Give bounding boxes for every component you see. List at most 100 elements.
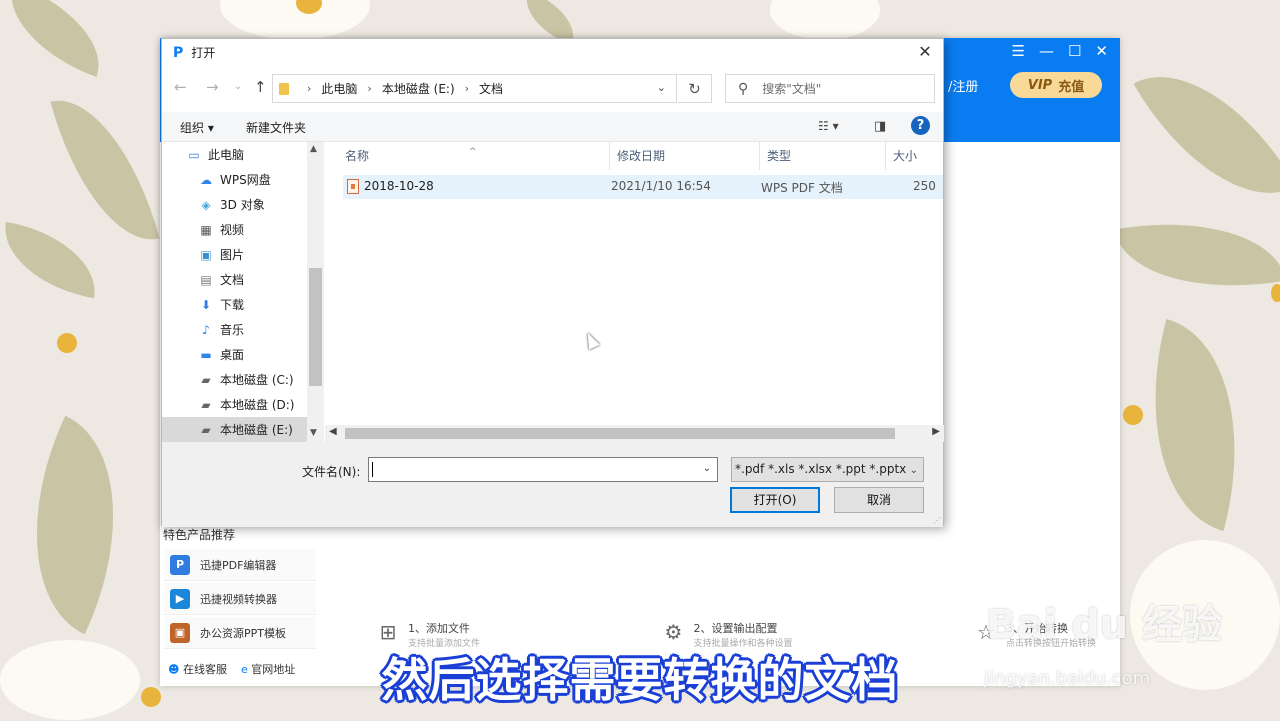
preview-pane-icon[interactable]: ◨ xyxy=(874,119,886,134)
scroll-up-icon[interactable]: ▲ xyxy=(310,144,317,154)
file-name: 2018-10-28 xyxy=(364,179,434,193)
column-header-modified[interactable]: 修改日期 xyxy=(610,142,760,170)
scrollbar-thumb[interactable] xyxy=(345,428,895,439)
column-header-size[interactable]: 大小 xyxy=(886,142,944,170)
tree-item-drive-d[interactable]: ▰ 本地磁盘 (D:) xyxy=(162,392,324,417)
search-icon: ⚲ xyxy=(738,80,749,97)
chevron-down-icon[interactable]: ⌄ xyxy=(703,463,711,474)
scrollbar-thumb[interactable] xyxy=(309,268,322,386)
tree-item-drive-e[interactable]: ▰ 本地磁盘 (E:) xyxy=(162,417,324,442)
gear-icon: ⚙ xyxy=(664,620,683,644)
vip-recharge-button[interactable]: VIP 充值 xyxy=(1010,72,1102,98)
chevron-down-icon[interactable]: ⌄ xyxy=(910,459,918,482)
file-list-hscrollbar[interactable]: ◀ ▶ xyxy=(325,425,944,442)
cancel-button[interactable]: 取消 xyxy=(834,487,924,513)
dialog-title: 打开 xyxy=(191,46,216,60)
filename-label: 文件名(N): xyxy=(302,465,361,479)
new-folder-button[interactable]: 新建文件夹 xyxy=(246,119,306,136)
video-subtitle: 然后选择需要转换的文档 xyxy=(381,653,899,707)
documents-icon: ▤ xyxy=(200,272,212,287)
navigation-tree: ▭ 此电脑 ☁ WPS网盘 ◈ 3D 对象 ▦ 视频 ▣ 图片 ▤ 文档 ⬇ 下载 ♪ 音乐 ▬… xyxy=(162,142,324,442)
download-icon: ⬇ xyxy=(200,297,212,312)
breadcrumb-item[interactable]: 此电脑 xyxy=(321,80,357,97)
baidu-jingyan-watermark: Bai du 经验 xyxy=(986,602,1223,648)
chevron-right-icon[interactable]: › xyxy=(307,82,311,95)
breadcrumb-item[interactable]: 本地磁盘 (E:) xyxy=(382,80,455,97)
tree-item-wps-cloud[interactable]: ☁ WPS网盘 xyxy=(162,167,324,192)
file-list: 名称 ^ 修改日期 类型 大小 2018-10-28 2021/1/10 16:5… xyxy=(338,142,944,442)
chevron-down-icon[interactable]: ⌄ xyxy=(657,81,666,94)
filename-input[interactable]: ⌄ xyxy=(368,457,718,482)
minimize-icon[interactable]: — xyxy=(1039,42,1054,60)
search-input[interactable]: ⚲ 搜索"文档" xyxy=(725,74,935,103)
tree-item-drive-c[interactable]: ▰ 本地磁盘 (C:) xyxy=(162,367,324,392)
music-icon: ♪ xyxy=(202,322,210,337)
navigation-bar: ← → ⌄ ↑ › 此电脑 › 本地磁盘 (E:) › 文档 ⌄ ↻ ⚲ 搜索"… xyxy=(162,72,943,104)
video-converter-icon: ▶ xyxy=(170,588,190,609)
add-file-icon: ⊞ xyxy=(379,620,397,644)
featured-item-label: 迅捷PDF编辑器 xyxy=(200,558,277,572)
back-arrow-icon[interactable]: ← xyxy=(174,78,187,96)
tree-item-music[interactable]: ♪ 音乐 xyxy=(162,317,324,342)
folder-icon xyxy=(279,82,289,95)
text-caret xyxy=(372,462,373,477)
pictures-icon: ▣ xyxy=(200,247,212,262)
file-size: 250 xyxy=(913,179,936,193)
dialog-footer: 文件名(N): ⌄ *.pdf *.xls *.xlsx *.ppt *.ppt… xyxy=(162,442,943,527)
computer-icon: ▭ xyxy=(188,147,200,162)
desktop-icon: ▬ xyxy=(200,347,212,362)
open-button[interactable]: 打开(O) xyxy=(730,487,820,513)
breadcrumb-item[interactable]: 文档 xyxy=(479,80,503,97)
chevron-right-icon[interactable]: › xyxy=(465,82,469,95)
tree-item-downloads[interactable]: ⬇ 下载 xyxy=(162,292,324,317)
organize-button[interactable]: 组织 ▾ xyxy=(180,119,214,136)
tree-item-videos[interactable]: ▦ 视频 xyxy=(162,217,324,242)
file-row[interactable]: 2018-10-28 2021/1/10 16:54 WPS PDF 文档 25… xyxy=(343,175,943,199)
scroll-left-icon[interactable]: ◀ xyxy=(329,426,337,437)
search-placeholder: 搜索"文档" xyxy=(762,82,822,96)
refresh-icon[interactable]: ↻ xyxy=(678,74,712,103)
ppt-template-icon: ▣ xyxy=(170,622,190,643)
tree-item-this-pc[interactable]: ▭ 此电脑 xyxy=(162,142,324,167)
tree-item-documents[interactable]: ▤ 文档 xyxy=(162,267,324,292)
featured-item-label: 办公资源PPT模板 xyxy=(200,626,286,640)
drive-icon: ▰ xyxy=(201,372,211,387)
file-type: WPS PDF 文档 xyxy=(761,181,843,195)
column-header-name[interactable]: 名称 ^ xyxy=(338,142,610,170)
tree-item-3d-objects[interactable]: ◈ 3D 对象 xyxy=(162,192,324,217)
menu-icon[interactable]: ☰ xyxy=(1012,42,1025,60)
scroll-down-icon[interactable]: ▼ xyxy=(310,428,317,438)
resize-grip-icon[interactable]: ⋰ xyxy=(933,516,941,525)
featured-item-label: 迅捷视频转换器 xyxy=(200,592,277,606)
vip-label: VIP xyxy=(1027,77,1053,93)
maximize-icon[interactable]: ☐ xyxy=(1068,42,1081,60)
drive-icon: ▰ xyxy=(201,422,211,437)
scroll-right-icon[interactable]: ▶ xyxy=(932,426,940,437)
column-header-type[interactable]: 类型 xyxy=(760,142,886,170)
recent-locations-icon[interactable]: ⌄ xyxy=(234,81,242,92)
address-bar[interactable]: › 此电脑 › 本地磁盘 (E:) › 文档 ⌄ xyxy=(272,74,677,103)
file-type-filter-value: *.pdf *.xls *.xlsx *.ppt *.pptx xyxy=(735,462,907,476)
file-type-filter[interactable]: *.pdf *.xls *.xlsx *.ppt *.pptx ⌄ xyxy=(731,457,924,482)
forward-arrow-icon[interactable]: → xyxy=(206,78,219,96)
login-link[interactable]: /注册 xyxy=(948,76,978,95)
dialog-toolbar: 组织 ▾ 新建文件夹 ☷ ▾ ◨ ? xyxy=(162,112,943,142)
chevron-right-icon[interactable]: › xyxy=(367,82,371,95)
pdf-file-icon xyxy=(347,179,359,194)
help-icon[interactable]: ? xyxy=(911,116,930,135)
app-window-controls: ☰ — ☐ ✕ xyxy=(1012,42,1108,60)
close-icon[interactable]: ✕ xyxy=(915,42,935,62)
close-icon[interactable]: ✕ xyxy=(1095,42,1108,60)
featured-item[interactable]: P 迅捷PDF编辑器 xyxy=(164,549,316,581)
vip-action-label: 充值 xyxy=(1058,79,1085,95)
tree-item-pictures[interactable]: ▣ 图片 xyxy=(162,242,324,267)
tree-scrollbar[interactable]: ▲ ▼ xyxy=(307,142,324,442)
step-title: 2、设置输出配置 xyxy=(693,622,778,635)
step-title: 1、添加文件 xyxy=(408,622,470,635)
tree-item-desktop[interactable]: ▬ 桌面 xyxy=(162,342,324,367)
up-arrow-icon[interactable]: ↑ xyxy=(254,78,267,96)
featured-item[interactable]: ▶ 迅捷视频转换器 xyxy=(164,583,316,615)
pdf-editor-icon: P xyxy=(170,554,190,575)
view-options-icon[interactable]: ☷ ▾ xyxy=(818,119,839,133)
file-modified: 2021/1/10 16:54 xyxy=(611,179,711,193)
